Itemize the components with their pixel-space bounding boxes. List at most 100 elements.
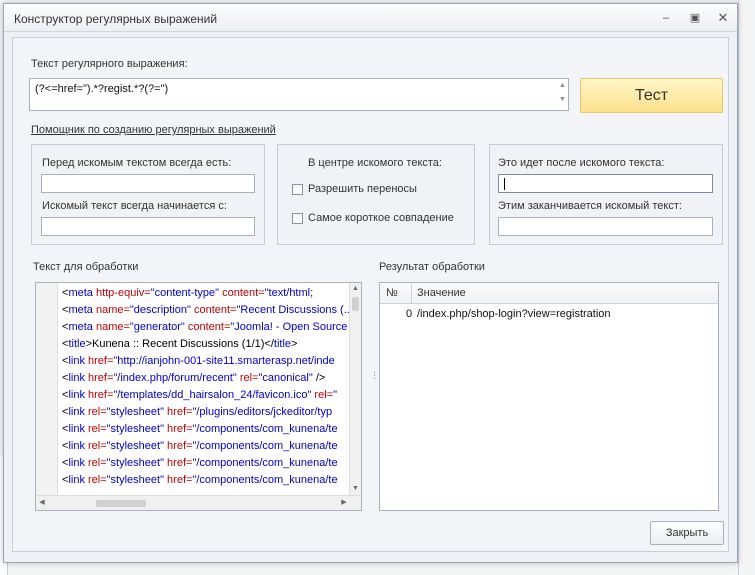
code-token: href= — [164, 457, 193, 469]
shortest-match-box[interactable] — [292, 212, 303, 224]
code-token: "/components/com_kunena/te — [192, 474, 338, 486]
close-icon[interactable]: ✕ — [715, 11, 731, 24]
code-line: <link href="/index.php/forum/recent" rel… — [62, 370, 352, 387]
after-label: Это идет после искомого текста: — [498, 157, 665, 169]
allow-wrap-checkbox[interactable]: Разрешить переносы — [292, 183, 417, 195]
code-line: <link rel="stylesheet" href="/components… — [62, 438, 352, 455]
code-token: href= — [88, 355, 114, 367]
shortest-match-checkbox[interactable]: Самое короткое совпадение — [292, 212, 454, 224]
result-grid-header: № Значение — [380, 283, 718, 304]
row-number: 0 — [406, 308, 413, 320]
code-token: "canonical" — [258, 372, 313, 384]
code-token: link — [68, 457, 88, 469]
code-token: rel= — [88, 457, 107, 469]
vertical-scroll-thumb[interactable] — [352, 297, 359, 311]
code-token: link — [68, 474, 88, 486]
code-token: "/components/com_kunena/te — [192, 457, 338, 469]
code-token: href= — [88, 372, 114, 384]
dialog-content: Текст регулярного выражения: (?<=href=")… — [12, 37, 729, 552]
code-token: "content-type" — [150, 287, 220, 299]
code-token: link — [68, 355, 88, 367]
regex-value: (?<=href=").*?regist.*?(?=") — [35, 83, 169, 95]
regex-builder-window: Конструктор регулярных выражений – ▣ ✕ Т… — [3, 3, 738, 563]
splitter-grip-icon[interactable]: ⋮ — [370, 371, 379, 393]
code-token: link — [68, 440, 88, 452]
scroll-right-icon[interactable]: ▶ — [338, 496, 350, 510]
before-input[interactable] — [41, 174, 255, 193]
starts-with-label: Искомый текст всегда начинается с: — [42, 200, 227, 212]
scroll-left-icon[interactable]: ◀ — [36, 496, 48, 510]
ends-with-input[interactable] — [498, 217, 713, 236]
code-token: content= — [219, 287, 265, 299]
code-token: href= — [164, 474, 193, 486]
source-code-lines: <meta http-equiv="content-type" content=… — [62, 285, 352, 495]
source-text-editor[interactable]: <meta http-equiv="content-type" content=… — [35, 282, 362, 511]
starts-with-input[interactable] — [41, 217, 255, 236]
window-title: Конструктор регулярных выражений — [14, 12, 218, 26]
code-line: <link rel="stylesheet" href="/components… — [62, 455, 352, 472]
line-gutter — [36, 283, 58, 495]
code-token: "stylesheet" — [106, 474, 164, 486]
code-line: <link rel="stylesheet" href="/plugins/ed… — [62, 404, 352, 421]
code-token: rel= — [88, 440, 107, 452]
regex-scroll-arrows[interactable]: ▲ ▼ — [559, 82, 566, 108]
allow-wrap-box[interactable] — [292, 183, 303, 195]
vertical-scrollbar[interactable]: ▲ ▼ — [349, 283, 361, 495]
code-token: rel= — [88, 474, 107, 486]
row-value: /index.php/shop-login?view=registration — [417, 308, 611, 320]
code-token: "Recent Discussions (... — [236, 304, 353, 316]
code-token: rel= — [88, 423, 107, 435]
code-token: meta — [68, 304, 96, 316]
code-token: "/components/com_kunena/te — [192, 423, 338, 435]
text-cursor — [504, 178, 505, 191]
after-input[interactable] — [498, 174, 713, 193]
before-label: Перед искомым текстом всегда есть: — [42, 157, 232, 169]
code-token: title — [68, 338, 86, 350]
center-group-title: В центре искомого текста: — [308, 157, 442, 169]
scroll-up-icon[interactable]: ▲ — [350, 283, 361, 295]
code-token: "stylesheet" — [106, 457, 164, 469]
regex-input[interactable]: (?<=href=").*?regist.*?(?=") ▲ ▼ — [29, 78, 569, 111]
title-bar: Конструктор регулярных выражений – ▣ ✕ — [4, 4, 737, 32]
allow-wrap-label: Разрешить переносы — [308, 183, 417, 195]
code-token: "/plugins/editors/jckeditor/typ — [192, 406, 333, 418]
code-token: name= — [95, 304, 130, 316]
close-button[interactable]: Закрыть — [650, 521, 724, 545]
code-token: href= — [164, 440, 193, 452]
code-token: http-equiv= — [95, 287, 151, 299]
after-text-group: Это идет после искомого текста: Этим зак… — [489, 144, 723, 245]
code-line: <title>Kunena :: Recent Discussions (1/1… — [62, 336, 352, 353]
code-token: name= — [95, 321, 130, 333]
scroll-down-icon[interactable]: ▼ — [350, 483, 361, 495]
code-token: > — [291, 338, 298, 350]
code-token: "stylesheet" — [106, 406, 164, 418]
code-token: link — [68, 423, 88, 435]
column-number-header[interactable]: № — [386, 287, 398, 299]
code-token: "stylesheet" — [106, 423, 164, 435]
code-token: href= — [164, 406, 193, 418]
maximize-icon[interactable]: ▣ — [687, 12, 703, 24]
code-token: "/templates/dd_hairsalon_24/favicon.ico" — [113, 389, 312, 401]
code-token: "stylesheet" — [106, 440, 164, 452]
shortest-match-label: Самое короткое совпадение — [308, 212, 454, 224]
code-token: "Joomla! - Open Source — [230, 321, 348, 333]
column-value-header[interactable]: Значение — [417, 287, 466, 299]
code-token: /> — [312, 372, 326, 384]
center-text-group: В центре искомого текста: Разрешить пере… — [277, 144, 475, 245]
code-token: href= — [164, 423, 193, 435]
code-token: "description" — [129, 304, 191, 316]
test-button[interactable]: Тест — [580, 78, 723, 113]
result-grid[interactable]: № Значение 0 /index.php/shop-login?view=… — [379, 282, 719, 511]
code-token: meta — [68, 287, 96, 299]
background-window-edge — [738, 0, 755, 575]
code-token: "/index.php/forum/recent" — [113, 372, 237, 384]
regex-helper-link[interactable]: Помощник по созданию регулярных выражени… — [31, 124, 276, 136]
horizontal-scrollbar[interactable]: ◀ ▶ — [36, 495, 361, 510]
code-token: "generator" — [129, 321, 185, 333]
table-row[interactable]: 0 /index.php/shop-login?view=registratio… — [380, 304, 718, 323]
horizontal-scroll-thumb[interactable] — [96, 500, 146, 507]
code-token: title — [273, 338, 292, 350]
code-line: <link rel="stylesheet" href="/components… — [62, 421, 352, 438]
code-token: " — [333, 389, 337, 401]
minimize-icon[interactable]: – — [658, 12, 674, 24]
